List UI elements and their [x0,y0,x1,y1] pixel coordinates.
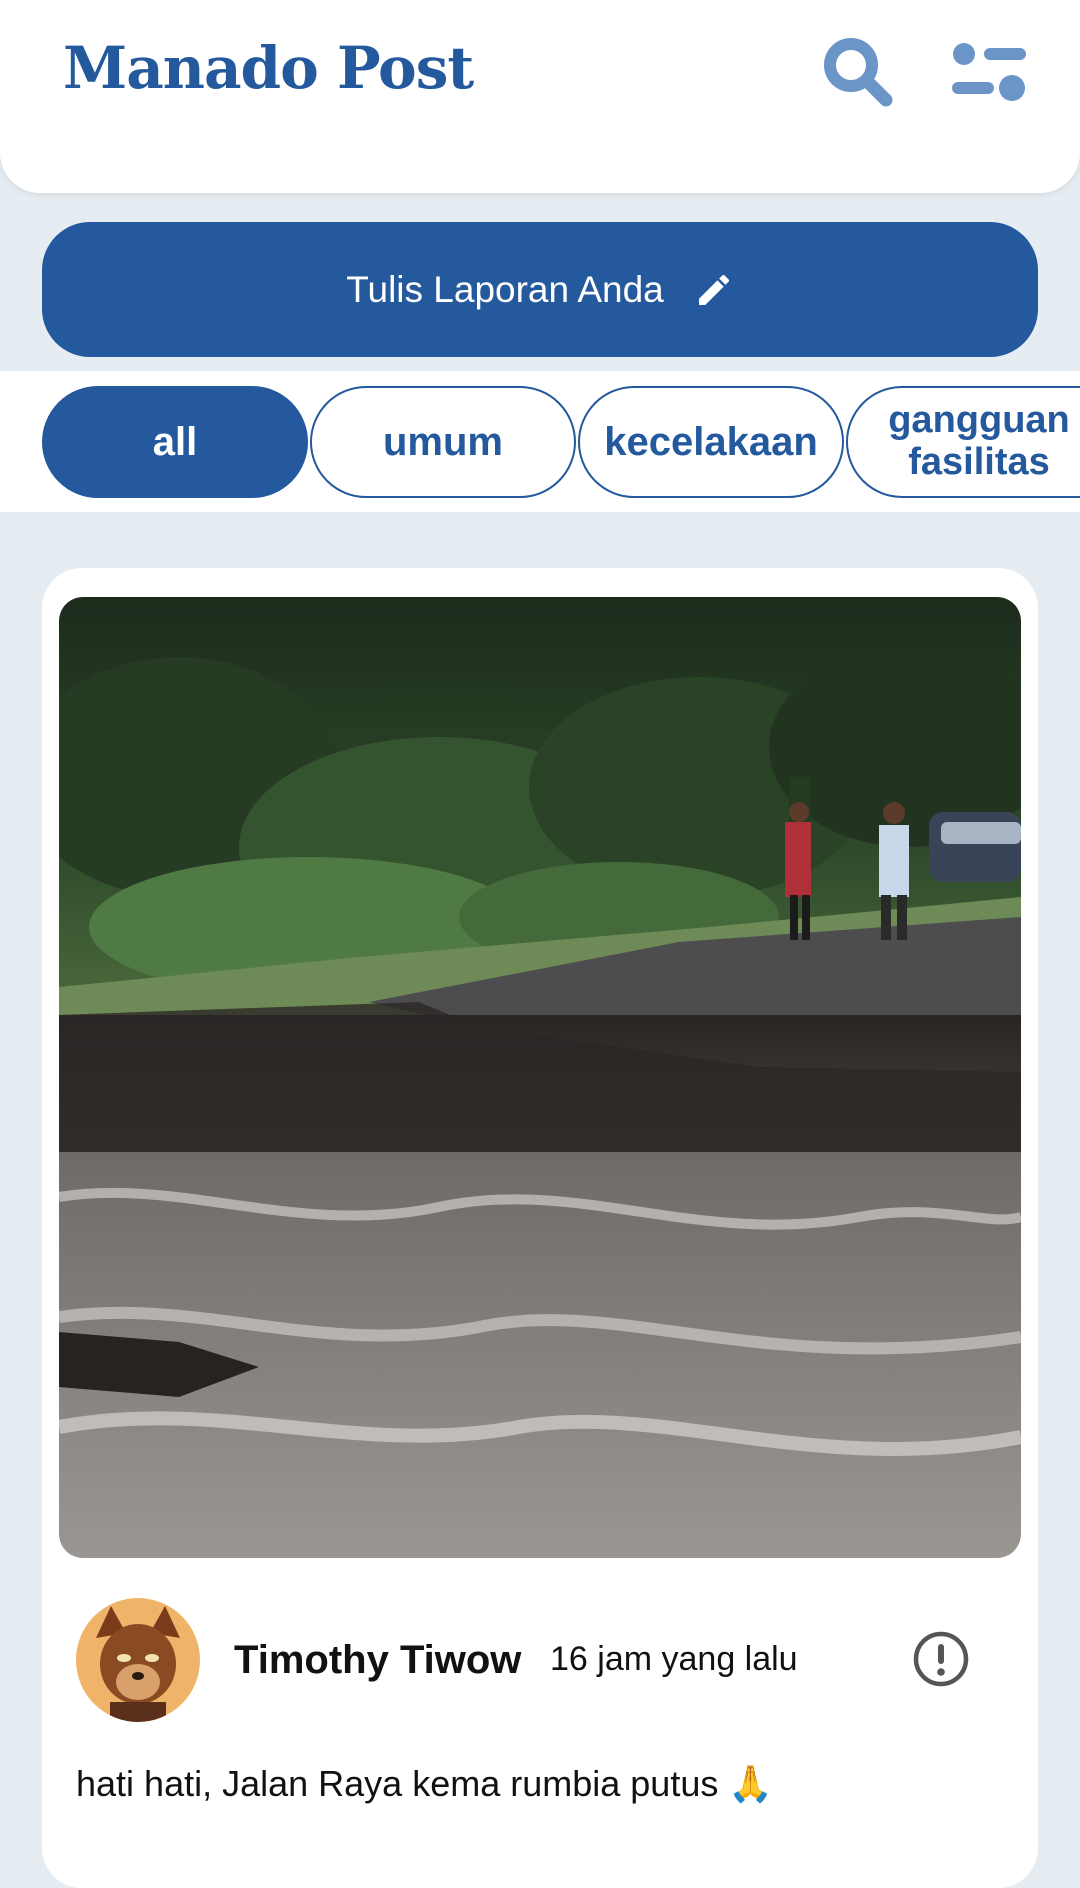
write-report-label: Tulis Laporan Anda [346,268,664,310]
post-card[interactable]: Timothy Tiwow 16 jam yang lalu hati hati… [42,568,1038,1888]
tab-kecelakaan[interactable]: kecelakaan [578,386,844,498]
category-tabs: all umum kecelakaan gangguan fasilitas [0,371,1080,512]
tab-gangguan-fasilitas[interactable]: gangguan fasilitas [846,386,1080,498]
post-text: hati hati, Jalan Raya kema rumbia putus … [76,1763,774,1804]
app-header: Manado Post [0,0,1080,193]
tab-all[interactable]: all [42,386,308,498]
filter-icon[interactable] [948,34,1030,110]
post-image[interactable] [59,597,1021,1558]
post-time: 16 jam yang lalu [550,1640,798,1678]
alert-circle-icon[interactable] [912,1630,970,1688]
write-report-button[interactable]: Tulis Laporan Anda [42,222,1038,357]
brand-logo[interactable]: Manado Post [63,34,474,102]
search-icon[interactable] [818,32,898,112]
tab-umum[interactable]: umum [310,386,576,498]
author-name[interactable]: Timothy Tiwow [234,1638,521,1683]
avatar[interactable] [76,1598,200,1722]
pencil-icon [698,274,729,305]
